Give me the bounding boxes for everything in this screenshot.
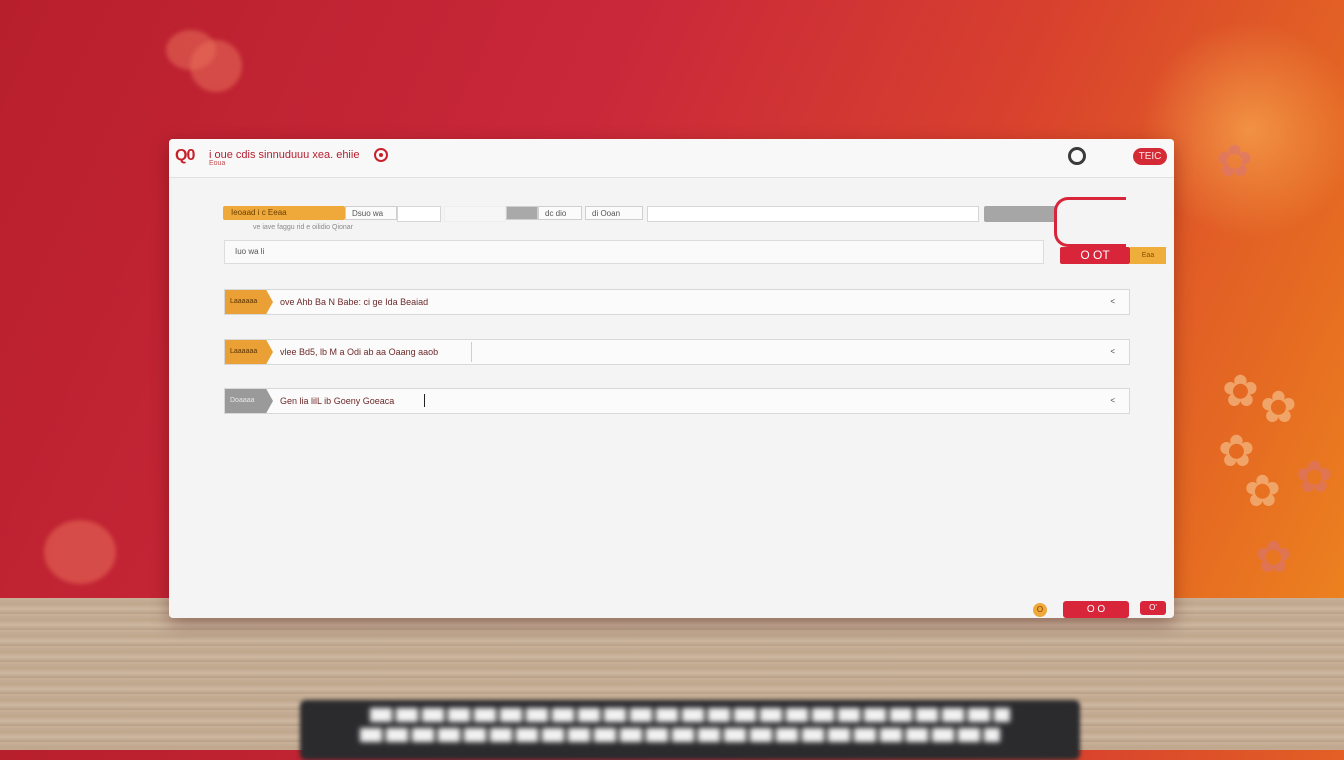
target-icon[interactable]	[374, 148, 388, 162]
list-item[interactable]: Laaaaaa vlee Bd5, lb M a Odi ab aa Oaang…	[224, 339, 1130, 365]
footer-secondary-button[interactable]: O'	[1140, 601, 1166, 615]
keyboard-keys	[360, 728, 1000, 742]
out-button[interactable]: O OT	[1060, 247, 1130, 264]
keyboard	[300, 700, 1080, 760]
user-icon[interactable]	[1068, 147, 1086, 165]
row-tag: Doaaaa	[225, 389, 273, 413]
app-logo: Q0	[175, 147, 195, 164]
tab-1[interactable]: Dsuo wa	[345, 206, 397, 220]
gray-action-button[interactable]	[984, 206, 1056, 222]
yellow-button[interactable]: Eaa	[1130, 247, 1166, 264]
chevron-left-icon[interactable]: <	[1110, 340, 1115, 364]
flower-decoration: ✿	[1244, 467, 1281, 516]
toolbar-hint: ve iave faggu rid e oilidio Qionar	[253, 224, 354, 231]
tab-gray[interactable]	[506, 206, 538, 220]
chevron-left-icon[interactable]: <	[1110, 290, 1115, 314]
window-subtitle: Eoua	[209, 160, 226, 167]
footer-primary-button[interactable]: O O	[1063, 601, 1129, 618]
flower-decoration: ✿	[1255, 533, 1292, 582]
row-tag: Laaaaaa	[225, 340, 273, 364]
toolbar-field-2[interactable]	[444, 206, 506, 222]
top-badge-button[interactable]: TEIC	[1133, 148, 1167, 165]
row-text: Gen lia lilL ib Goeny Goeaca	[280, 396, 395, 406]
footer-dot-button[interactable]: O	[1033, 603, 1047, 617]
row-text: ove Ahb Ba N Babe: ci ge Ida Beaiad	[280, 297, 429, 307]
row-tag: Laaaaaa	[225, 290, 273, 314]
callout-bracket	[1054, 197, 1126, 247]
wall-shape	[190, 40, 242, 92]
toolbar-field-1[interactable]	[397, 206, 441, 222]
title-bar: Q0 i oue cdis sinnuduuu xea. ehiie Eoua …	[169, 139, 1174, 178]
tab-3[interactable]: di Ooan	[585, 206, 643, 220]
row-text: vlee Bd5, lb M a Odi ab aa Oaang aaob	[280, 347, 439, 357]
flower-decoration: ✿	[1222, 367, 1259, 416]
flower-decoration: ✿	[1216, 137, 1253, 186]
primary-tab[interactable]: Ieoaad i c Eeaa	[223, 206, 345, 220]
list-item[interactable]: Doaaaa Gen lia lilL ib Goeny Goeaca <	[224, 388, 1130, 414]
tab-2[interactable]: dc dio	[538, 206, 582, 220]
row-divider	[471, 342, 472, 362]
flower-decoration: ✿	[1260, 383, 1297, 432]
app-window: Q0 i oue cdis sinnuduuu xea. ehiie Eoua …	[169, 139, 1174, 618]
keyboard-keys	[370, 708, 1010, 722]
text-cursor	[424, 394, 425, 407]
chevron-left-icon[interactable]: <	[1110, 389, 1115, 413]
list-item[interactable]: Laaaaaa ove Ahb Ba N Babe: ci ge Ida Bea…	[224, 289, 1130, 315]
wall-shape	[44, 520, 116, 584]
flower-decoration: ✿	[1296, 453, 1333, 502]
toolbar-input[interactable]	[647, 206, 979, 222]
search-input[interactable]: Iuo wa li	[224, 240, 1044, 264]
window-title: i oue cdis sinnuduuu xea. ehiie	[209, 149, 360, 161]
